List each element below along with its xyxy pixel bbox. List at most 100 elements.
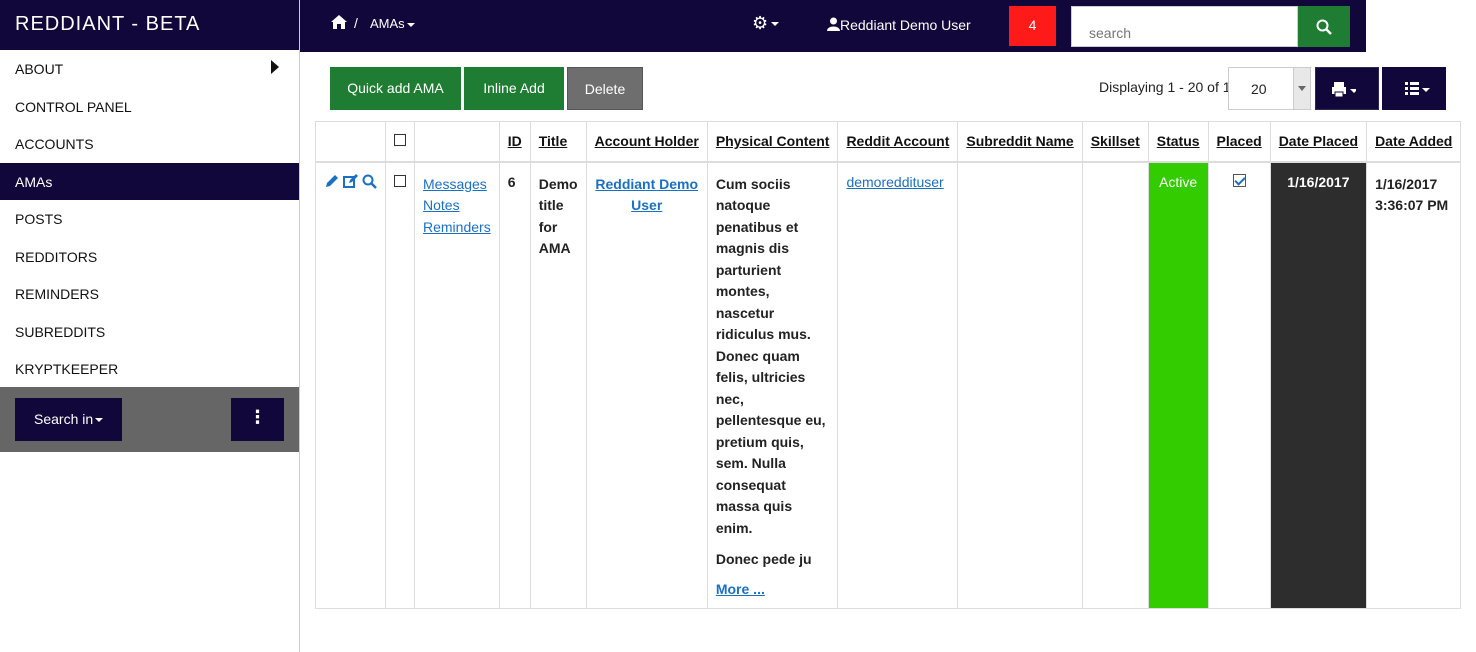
header-account-holder-label: Account Holder [594, 133, 699, 149]
breadcrumb-amas[interactable]: AMAs [370, 16, 415, 31]
row-links: Messages Notes Reminders [414, 161, 500, 609]
reminders-link[interactable]: Reminders [423, 219, 491, 235]
header-id[interactable]: ID [498, 121, 531, 162]
messages-link[interactable]: Messages [423, 176, 487, 192]
breadcrumb-current: AMAs [370, 16, 405, 31]
sidebar-item-label: SUBREDDITS [15, 323, 106, 340]
sidebar-item-label: REMINDERS [15, 286, 100, 302]
header-status-label: Status [1156, 133, 1200, 149]
sidebar-item-label: REDDITORS [15, 248, 98, 265]
brand-title: REDDIANT - BETA [0, 0, 299, 50]
cell-reddit-account: demoreddituser [837, 161, 959, 609]
header-id-label: ID [507, 133, 522, 149]
amas-table: ID Title Account Holder Physical Content… [315, 121, 1462, 609]
caret-down-icon [771, 22, 780, 27]
sidebar-item-label: KRYPTKEEPER [15, 361, 119, 377]
physical-content-text-2: Donec pede ju [715, 551, 812, 567]
reddit-account-link[interactable]: demoreddituser [846, 174, 943, 190]
sidebar-item-control-panel[interactable]: CONTROL PANEL [0, 88, 299, 126]
print-menu-button[interactable] [1315, 67, 1379, 110]
sidebar-item-amas[interactable]: AMAs [0, 162, 299, 200]
caret-down-icon [95, 418, 104, 423]
search-input[interactable] [1071, 6, 1298, 47]
cell-physical-content: Cum sociis natoque penatibus et magnis d… [706, 161, 839, 609]
sidebar-item-label: ACCOUNTS [15, 136, 94, 152]
header-skillset-label: Skillset [1090, 133, 1140, 149]
header-date-placed-label: Date Placed [1278, 133, 1359, 149]
edit-square-icon[interactable] [343, 173, 358, 189]
sidebar-item-kryptkeeper[interactable]: KRYPTKEEPER [0, 350, 299, 388]
caret-down-icon [406, 22, 415, 27]
sidebar-item-about[interactable]: ABOUT [0, 50, 299, 88]
chevron-down-icon [1293, 68, 1310, 109]
page-size-select[interactable]: 20 [1228, 67, 1311, 110]
header-date-added[interactable]: Date Added [1366, 121, 1462, 162]
header-placed[interactable]: Placed [1207, 121, 1271, 162]
notification-badge[interactable]: 4 [1009, 6, 1056, 46]
sidebar-item-reminders[interactable]: REMINDERS [0, 275, 299, 313]
header-title-label: Title [538, 133, 568, 149]
header-placed-label: Placed [1216, 133, 1262, 149]
user-menu[interactable]: Reddiant Demo User [827, 17, 971, 33]
notes-link[interactable]: Notes [423, 197, 460, 213]
cell-title: Demo title for AMA [529, 161, 587, 609]
header-skillset[interactable]: Skillset [1081, 121, 1149, 162]
kebab-icon: ⋮ [248, 407, 267, 427]
cell-placed [1207, 161, 1271, 609]
header-date-placed[interactable]: Date Placed [1269, 121, 1368, 162]
search-icon [1316, 19, 1332, 35]
table-header-row: ID Title Account Holder Physical Content… [315, 121, 1462, 162]
header-physical-content[interactable]: Physical Content [706, 121, 839, 162]
columns-menu-button[interactable] [1382, 67, 1446, 110]
row-checkbox[interactable] [394, 174, 406, 187]
page-size-value: 20 [1251, 81, 1267, 97]
settings-menu[interactable]: ⚙ [752, 13, 780, 34]
placed-checkbox[interactable] [1232, 173, 1246, 187]
row-actions [315, 161, 386, 609]
physical-content-text: Cum sociis natoque penatibus et magnis d… [715, 175, 826, 536]
print-icon [1332, 82, 1358, 98]
breadcrumb-separator: / [354, 15, 358, 31]
inline-add-button[interactable]: Inline Add [464, 67, 564, 110]
sidebar-item-subreddits[interactable]: SUBREDDITS [0, 313, 299, 351]
row-select [385, 161, 415, 609]
select-all-checkbox[interactable] [394, 134, 406, 146]
pencil-icon[interactable] [324, 174, 339, 189]
header-links [414, 121, 500, 162]
sidebar-item-label: CONTROL PANEL [15, 98, 132, 115]
more-options-button[interactable]: ⋮ [231, 398, 284, 441]
gear-icon: ⚙ [752, 13, 769, 33]
search-in-label: Search in [34, 411, 94, 427]
search-icon[interactable] [362, 174, 377, 189]
header-status[interactable]: Status [1147, 121, 1209, 162]
sidebar: REDDIANT - BETA ABOUT CONTROL PANEL ACCO… [0, 0, 300, 652]
sidebar-item-accounts[interactable]: ACCOUNTS [0, 125, 299, 163]
cell-date-placed: 1/16/2017 [1269, 161, 1368, 609]
cell-date-added: 1/16/2017 3:36:07 PM [1366, 161, 1462, 609]
status-badge: Active [1147, 161, 1209, 609]
caret-right-icon [271, 60, 279, 74]
header-reddit-account-label: Reddit Account [846, 133, 950, 149]
user-name: Reddiant Demo User [840, 17, 971, 33]
header-title[interactable]: Title [529, 121, 587, 162]
quick-add-ama-button[interactable]: Quick add AMA [330, 67, 461, 110]
search-button[interactable] [1298, 6, 1350, 47]
pagination-info: Displaying 1 - 20 of 1 [1099, 79, 1231, 95]
sidebar-item-label: AMAs [15, 173, 53, 190]
home-icon[interactable] [330, 14, 348, 30]
header-subreddit-name[interactable]: Subreddit Name [957, 121, 1083, 162]
header-reddit-account[interactable]: Reddit Account [837, 121, 959, 162]
account-holder-link[interactable]: Reddiant Demo User [595, 176, 698, 214]
sidebar-item-label: ABOUT [15, 61, 64, 77]
more-link[interactable]: More ... [716, 581, 765, 597]
sidebar-item-redditors[interactable]: REDDITORS [0, 238, 299, 276]
user-icon [827, 17, 840, 31]
cell-id: 6 [498, 161, 531, 609]
sidebar-item-label: POSTS [15, 211, 63, 227]
delete-button[interactable]: Delete [567, 67, 643, 110]
sidebar-item-posts[interactable]: POSTS [0, 200, 299, 238]
header-select-all [385, 121, 415, 162]
header-date-added-label: Date Added [1375, 133, 1453, 149]
header-account-holder[interactable]: Account Holder [585, 121, 708, 162]
search-in-button[interactable]: Search in [15, 398, 122, 441]
